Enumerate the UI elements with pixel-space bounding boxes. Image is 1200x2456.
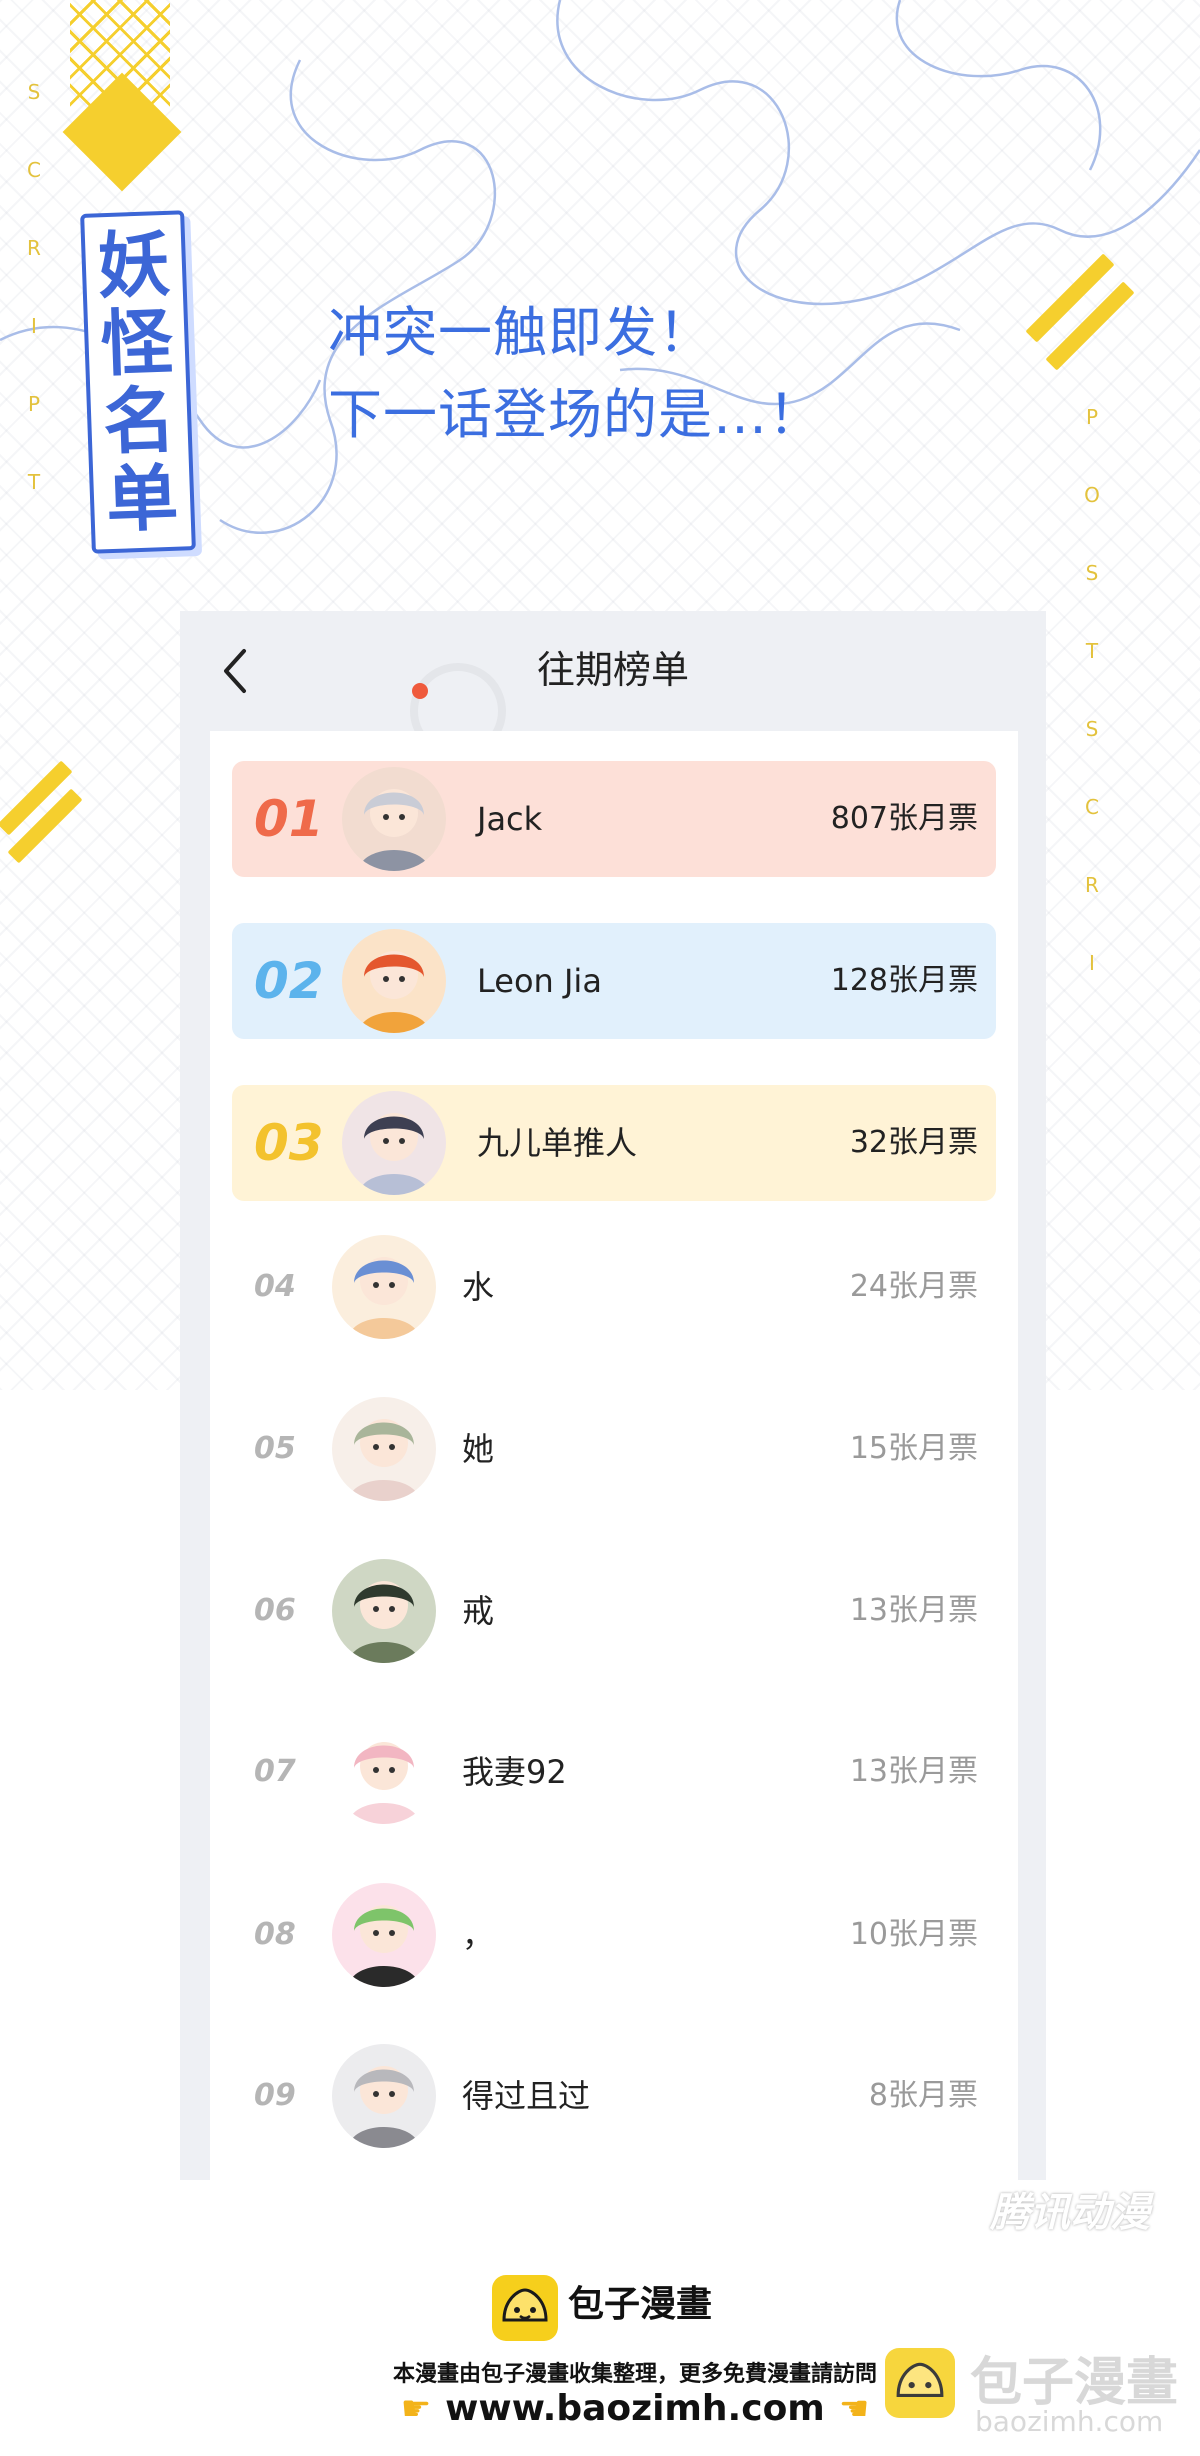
letter: R [1085, 873, 1099, 897]
footer-url-link[interactable]: www.baozimh.com [445, 2388, 825, 2429]
user-avatar[interactable] [332, 1397, 436, 1501]
letter: T [1085, 639, 1099, 663]
rank-number: 05 [254, 1431, 296, 1466]
user-avatar[interactable] [332, 1235, 436, 1339]
letter: I [1089, 951, 1095, 975]
rank-number: 01 [254, 790, 324, 848]
user-name: ， [462, 1916, 495, 1954]
rank-number: 07 [254, 1754, 296, 1789]
user-name: 戒 [462, 1592, 495, 1630]
ranking-row[interactable]: 06 戒 13张月票 [232, 1553, 996, 1669]
pointing-hand-icon: ☛ [400, 2389, 432, 2429]
ranking-list: 01 Jack 807张月票 02 Leon Jia 128张月票 03 九儿单推人 32张月票… [210, 731, 1018, 2180]
user-name: Leon Jia [477, 962, 602, 1000]
letter: C [27, 158, 41, 182]
ranking-row[interactable]: 05 她 15张月票 [232, 1391, 996, 1507]
rank-number: 09 [254, 2078, 296, 2113]
vote-count: 807张月票 [830, 801, 978, 836]
footer-brand: 包子漫畫 [568, 2284, 713, 2325]
series-logo: 妖 怪 名 单 [80, 210, 196, 554]
left-letter-column: S C R I P T [22, 80, 46, 548]
logo-char: 妖 [96, 220, 172, 309]
vote-count: 8张月票 [868, 2078, 978, 2113]
publisher-watermark: 腾讯动漫 [990, 2190, 1150, 2236]
baozi-watermark-brand: 包子漫畫 [970, 2353, 1179, 2413]
user-name: Jack [477, 800, 543, 838]
user-avatar[interactable] [342, 767, 446, 871]
letter: P [27, 392, 41, 416]
baozi-logo-icon [492, 2275, 558, 2341]
vote-count: 128张月票 [830, 963, 978, 998]
user-avatar[interactable] [332, 1559, 436, 1663]
logo-char: 怪 [99, 298, 175, 387]
letter: R [27, 236, 41, 260]
vote-count: 32张月票 [849, 1125, 978, 1160]
page-title: 往期榜单 [536, 648, 689, 692]
pointing-hand-icon: ☚ [838, 2389, 870, 2429]
user-avatar[interactable] [342, 929, 446, 1033]
ranking-row[interactable]: 01 Jack 807张月票 [232, 761, 996, 877]
user-avatar[interactable] [342, 1091, 446, 1195]
user-avatar[interactable] [332, 1720, 436, 1824]
letter: P [1085, 405, 1099, 429]
letter: S [27, 80, 41, 104]
user-avatar[interactable] [332, 2044, 436, 2148]
right-letter-column: P O S T S C R I [1080, 405, 1104, 1029]
user-name: 她 [462, 1430, 495, 1468]
ranking-row[interactable]: 03 九儿单推人 32张月票 [232, 1085, 996, 1201]
baozi-watermark-url: baozimh.com [975, 2405, 1164, 2438]
rank-number: 06 [254, 1593, 296, 1628]
user-name: 九儿单推人 [477, 1124, 638, 1162]
rank-number: 08 [254, 1917, 296, 1952]
ranking-row[interactable]: 08 ， 10张月票 [232, 1877, 996, 1993]
letter: T [27, 470, 41, 494]
rank-number: 03 [254, 1114, 324, 1172]
letter: I [31, 314, 37, 338]
letter: S [1085, 561, 1099, 585]
headline-line-2: 下一话登场的是…！ [328, 383, 823, 446]
ranking-row[interactable]: 07 我妻92 13张月票 [232, 1714, 996, 1830]
user-name: 我妻92 [462, 1753, 567, 1791]
headline: 冲突一触即发！ 下一话登场的是…！ [328, 292, 823, 456]
letter: O [1084, 483, 1100, 507]
vote-count: 10张月票 [849, 1917, 978, 1952]
letter: S [1085, 717, 1099, 741]
vote-count: 24张月票 [849, 1269, 978, 1304]
user-name: 得过且过 [462, 2077, 591, 2115]
ranking-row[interactable]: 09 得过且过 8张月票 [232, 2038, 996, 2154]
baozi-watermark-icon [885, 2348, 955, 2418]
rank-number: 02 [254, 952, 324, 1010]
vote-count: 15张月票 [849, 1431, 978, 1466]
ranking-screen: 往期榜单 01 Jack 807张月票 02 Leon Jia 128张月票 03 九儿单推人… [180, 611, 1046, 2180]
ranking-row[interactable]: 02 Leon Jia 128张月票 [232, 923, 996, 1039]
vote-count: 13张月票 [849, 1593, 978, 1628]
ranking-row[interactable]: 04 水 24张月票 [232, 1229, 996, 1345]
rank-number: 04 [254, 1269, 296, 1304]
letter: C [1085, 795, 1099, 819]
headline-line-1: 冲突一触即发！ [328, 301, 713, 364]
vote-count: 13张月票 [849, 1754, 978, 1789]
logo-char: 名 [101, 376, 177, 465]
user-avatar[interactable] [332, 1883, 436, 1987]
logo-char: 单 [104, 454, 180, 543]
user-name: 水 [462, 1268, 495, 1306]
app-header: 往期榜单 [180, 611, 1046, 759]
